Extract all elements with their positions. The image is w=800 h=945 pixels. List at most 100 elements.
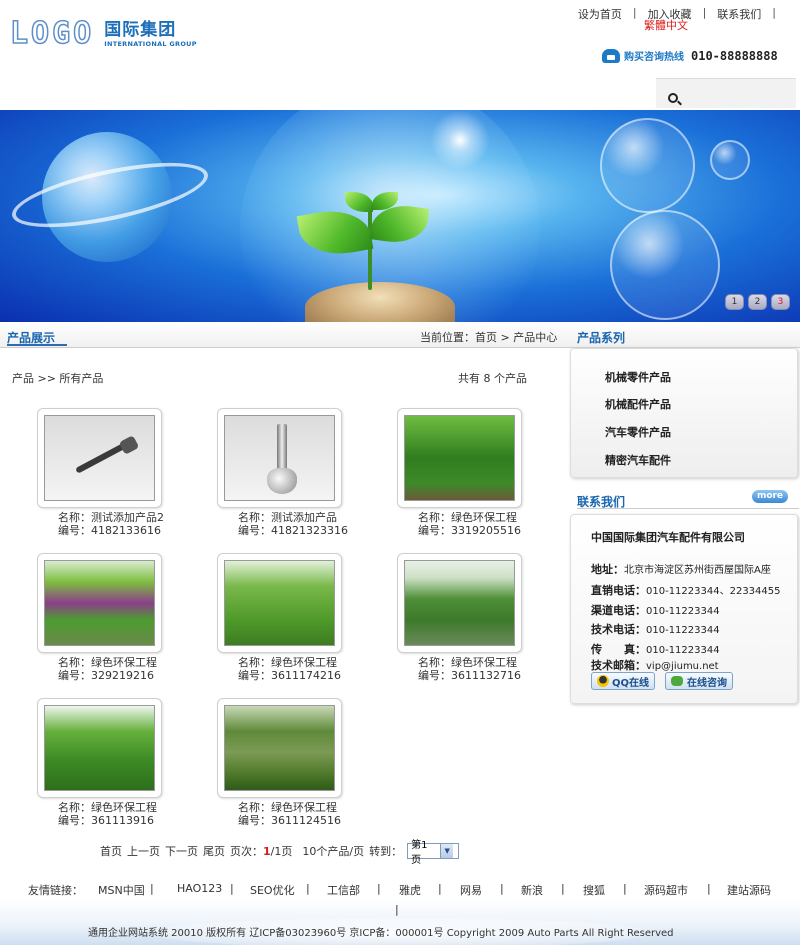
- product-thumbnail[interactable]: [217, 553, 342, 653]
- header: LOGO 国际集团 INTERNATIONAL GROUP 设为首页 | 加入收…: [0, 0, 800, 110]
- product-name[interactable]: 名称：绿色环保工程: [238, 801, 388, 814]
- product-card[interactable]: 名称：绿色环保工程 编号：3611174216: [180, 553, 380, 703]
- separator: |: [772, 6, 776, 19]
- product-card[interactable]: 名称：绿色环保工程 编号：3611132716: [360, 553, 560, 703]
- separator: |: [395, 903, 399, 916]
- product-card[interactable]: 名称：绿色环保工程 编号：361113916: [0, 698, 200, 848]
- friend-link[interactable]: 建站源码: [727, 882, 771, 898]
- friend-links-label: 友情链接：: [28, 884, 83, 897]
- page-select[interactable]: 第1页 ▼: [407, 840, 460, 866]
- friend-link[interactable]: SEO优化: [250, 882, 295, 898]
- direct-phone-row: 直销电话：010-11223344、22334455: [591, 582, 781, 598]
- product-breadcrumb[interactable]: 产品 >> 所有产品: [12, 370, 103, 386]
- product-thumbnail[interactable]: [397, 408, 522, 508]
- pager-first-link[interactable]: 首页: [100, 843, 122, 859]
- tech-phone-value: 010-11223344: [646, 625, 720, 636]
- logo[interactable]: LOGO 国际集团 INTERNATIONAL GROUP: [9, 16, 197, 51]
- channel-phone-value: 010-11223344: [646, 606, 720, 617]
- qq-online-button[interactable]: QQ在线: [591, 672, 656, 690]
- contact-buttons: QQ在线 在线咨询: [591, 672, 734, 690]
- product-thumbnail[interactable]: [37, 553, 162, 653]
- chevron-down-icon[interactable]: ▼: [440, 844, 454, 858]
- category-list: 机械零件产品 机械配件产品 汽车零件产品 精密汽车配件: [570, 348, 798, 478]
- logo-mark: LOGO: [9, 16, 95, 51]
- category-item[interactable]: 汽车零件产品: [605, 424, 671, 440]
- email-value[interactable]: vip@jiumu.net: [646, 661, 719, 672]
- more-button[interactable]: more: [752, 490, 788, 503]
- product-name[interactable]: 名称：绿色环保工程: [418, 656, 568, 669]
- separator: |: [306, 882, 310, 895]
- friend-link[interactable]: 搜狐: [583, 882, 605, 898]
- breadcrumb[interactable]: 当前位置：首页 > 产品中心: [420, 329, 557, 345]
- product-image[interactable]: [404, 415, 515, 501]
- product-thumbnail[interactable]: [37, 408, 162, 508]
- banner-flare: [430, 110, 490, 170]
- section-bar: 产品展示 当前位置：首页 > 产品中心 产品系列: [0, 322, 800, 348]
- friend-link[interactable]: 源码超市: [644, 882, 688, 898]
- separator: |: [702, 6, 707, 19]
- fax-value: 010-11223344: [646, 645, 720, 656]
- friend-link[interactable]: 新浪: [521, 882, 543, 898]
- separator: |: [632, 6, 637, 19]
- friend-link[interactable]: 网易: [460, 882, 482, 898]
- product-card[interactable]: 名称：绿色环保工程 编号：3611124516: [180, 698, 380, 848]
- pager-per-page: 10个产品/页: [302, 845, 365, 858]
- product-image[interactable]: [404, 560, 515, 646]
- product-info: 名称：绿色环保工程 编号：3319205516: [418, 511, 568, 537]
- search-icon[interactable]: [668, 93, 678, 103]
- banner-dot-3[interactable]: 3: [771, 294, 790, 310]
- tech-phone-row: 技术电话：010-11223344: [591, 621, 720, 637]
- product-image[interactable]: [44, 415, 155, 501]
- qq-online-label: QQ在线: [612, 677, 650, 689]
- product-image[interactable]: [44, 560, 155, 646]
- banner-bubble: [610, 210, 720, 320]
- product-card[interactable]: 名称：测试添加产品 编号：41821323316: [180, 408, 380, 558]
- product-image[interactable]: [224, 415, 335, 501]
- friend-link[interactable]: 工信部: [327, 882, 360, 898]
- company-name: 中国国际集团汽车配件有限公司: [591, 531, 745, 544]
- product-thumbnail[interactable]: [37, 698, 162, 798]
- category-item[interactable]: 精密汽车配件: [605, 452, 671, 468]
- tech-phone-label: 技术电话：: [591, 623, 646, 636]
- email-label: 技术邮箱：: [591, 659, 646, 672]
- pager-prev-link[interactable]: 上一页: [127, 843, 160, 859]
- separator: |: [707, 882, 711, 895]
- friend-link[interactable]: MSN中国: [98, 882, 145, 898]
- online-consult-button[interactable]: 在线咨询: [665, 672, 734, 690]
- pager-last-link[interactable]: 尾页: [203, 843, 225, 859]
- separator: |: [150, 882, 154, 895]
- address-label: 地址：: [591, 563, 624, 576]
- contact-title: 联系我们: [577, 495, 800, 509]
- product-thumbnail[interactable]: [397, 553, 522, 653]
- pager-next-link[interactable]: 下一页: [165, 843, 198, 859]
- logo-text: 国际集团 INTERNATIONAL GROUP: [104, 20, 197, 48]
- category-item[interactable]: 机械零件产品: [605, 369, 671, 385]
- section-title: 产品展示: [7, 331, 68, 346]
- friend-links: 友情链接： MSN中国 | HAO123 | SEO优化 | 工信部 | 雅虎 …: [0, 880, 800, 900]
- product-card[interactable]: 名称：绿色环保工程 编号：3319205516: [360, 408, 560, 558]
- pagination: 首页 上一页 下一页 尾页 页次： 1 /1页 10个产品/页 转到： 第1页 …: [100, 840, 460, 866]
- product-image[interactable]: [44, 705, 155, 791]
- product-card[interactable]: 名称：绿色环保工程 编号：329219216: [0, 553, 200, 703]
- product-image[interactable]: [224, 560, 335, 646]
- product-thumbnail[interactable]: [217, 408, 342, 508]
- friend-link[interactable]: 雅虎: [399, 882, 421, 898]
- product-image[interactable]: [224, 705, 335, 791]
- product-card[interactable]: 名称：测试添加产品2 编号：4182133616: [0, 408, 200, 558]
- direct-phone-value: 010-11223344、22334455: [646, 586, 781, 597]
- separator: |: [623, 882, 627, 895]
- friend-link[interactable]: HAO123: [177, 882, 222, 895]
- category-item[interactable]: 机械配件产品: [605, 396, 671, 412]
- product-thumbnail[interactable]: [217, 698, 342, 798]
- contact-us-link[interactable]: 联系我们: [710, 6, 768, 22]
- product-name[interactable]: 名称：绿色环保工程: [418, 511, 568, 524]
- set-homepage-link[interactable]: 设为首页: [571, 6, 629, 22]
- search-box[interactable]: [656, 78, 796, 108]
- traditional-chinese-link[interactable]: 繁體中文: [644, 17, 688, 33]
- banner-dot-1[interactable]: 1: [725, 294, 744, 310]
- banner-dot-2[interactable]: 2: [748, 294, 767, 310]
- hotline-number: 010-88888888: [691, 48, 778, 63]
- page-select-value: 第1页: [411, 840, 428, 866]
- product-info: 名称：绿色环保工程 编号：3611132716: [418, 656, 568, 682]
- product-count: 共有 8 个产品: [458, 372, 527, 385]
